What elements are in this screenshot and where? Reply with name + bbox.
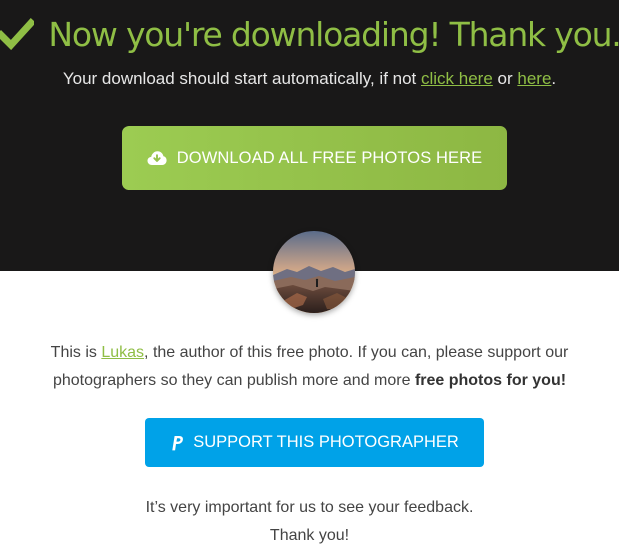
click-here-link[interactable]: click here <box>421 69 493 88</box>
download-all-button[interactable]: DOWNLOAD ALL FREE PHOTOS HERE <box>122 126 507 190</box>
author-avatar[interactable] <box>273 231 355 313</box>
cloud-download-icon <box>147 150 167 166</box>
or-text: or <box>492 69 518 88</box>
download-info-text: Your download should start automatically… <box>62 69 421 88</box>
support-photographer-button[interactable]: SUPPORT THIS PHOTOGRAPHER <box>145 418 484 467</box>
author-name-link[interactable]: Lukas <box>101 344 144 361</box>
feedback-message: It’s very important for us to see your f… <box>0 494 619 550</box>
feedback-line-1: It’s very important for us to see your f… <box>145 499 474 516</box>
here-link[interactable]: here <box>517 69 551 88</box>
page-title: Now you're downloading! Thank you. <box>48 14 619 54</box>
feedback-line-2: Thank you! <box>269 527 350 544</box>
free-photos-emphasis: free photos for you! <box>414 372 567 389</box>
author-description: This is Lukas, the author of this free p… <box>20 339 599 395</box>
period-text: . <box>551 69 557 88</box>
download-info: Your download should start automatically… <box>0 69 619 89</box>
checkmark-icon <box>0 18 37 51</box>
headline: Now you're downloading! Thank you. <box>0 10 619 58</box>
paypal-icon <box>170 435 184 451</box>
support-photographer-button-label: SUPPORT THIS PHOTOGRAPHER <box>193 433 459 451</box>
download-all-button-label: DOWNLOAD ALL FREE PHOTOS HERE <box>176 148 483 167</box>
author-intro-text: This is <box>50 344 102 361</box>
